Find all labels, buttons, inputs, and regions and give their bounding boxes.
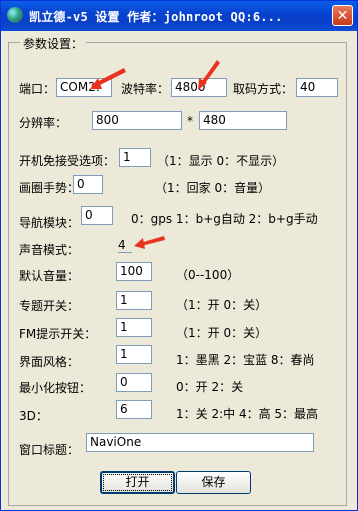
arrow-port [90, 68, 126, 89]
arrow-baud [198, 60, 220, 90]
annotation-arrows [90, 60, 220, 249]
arrow-sound-mode [134, 236, 165, 249]
